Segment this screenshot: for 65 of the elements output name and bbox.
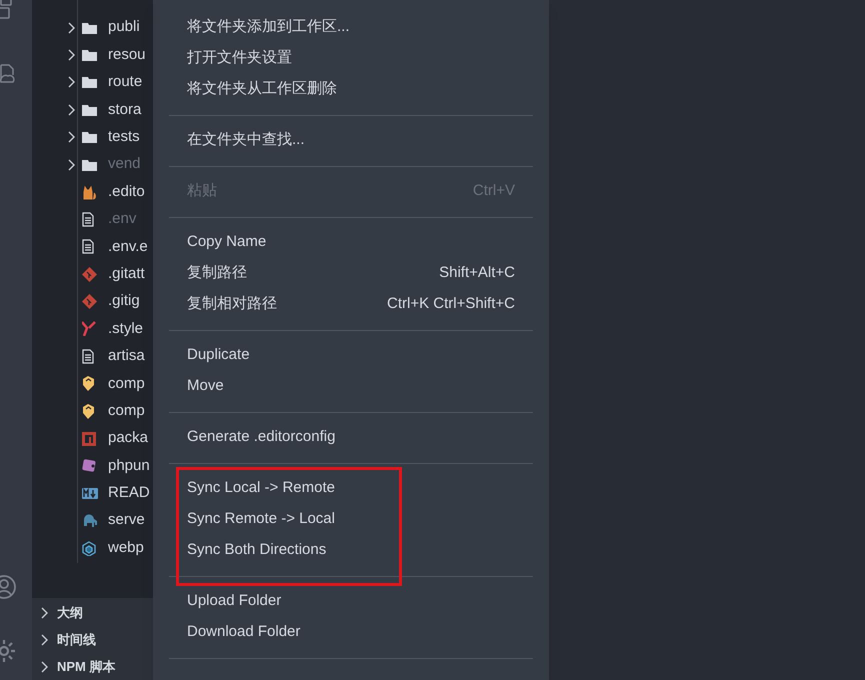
chevron-right-icon[interactable] [67,158,76,171]
file-name[interactable]: phpun [108,454,150,478]
menu-item[interactable]: 复制相对路径 Ctrl+K Ctrl+Shift+C [169,289,533,320]
wallet-icon [82,458,97,474]
document-icon [82,212,94,227]
file-name[interactable]: serve [108,509,145,532]
chevron-right-icon[interactable] [40,634,49,646]
folder-icon [82,131,97,144]
file-name[interactable]: packa [108,427,148,450]
folder-icon [82,49,97,62]
menu-item[interactable]: 复制路径 Shift+Alt+C [169,258,533,289]
folder-icon [82,22,97,34]
section-header[interactable]: NPM 脚本 [57,656,116,676]
file-name[interactable]: stora [108,98,142,122]
file-name[interactable]: .gitatt [108,262,145,286]
file-name[interactable]: .gitig [108,290,140,313]
file-name[interactable]: route [108,71,142,94]
cat-icon [82,184,97,200]
menu-item[interactable]: 将文件夹从工作区删除 [169,74,533,105]
file-name[interactable]: resou [108,44,146,66]
file-name[interactable]: artisa [108,345,145,368]
menu-item[interactable]: 将文件夹添加到工作区... [169,12,533,43]
markdown-icon [82,488,98,499]
folder-icon [82,104,97,116]
shield-icon [82,404,95,419]
file-name[interactable]: .style [108,318,144,340]
elephant-icon [82,514,98,528]
file-name[interactable]: .edito [108,180,145,204]
chevron-right-icon[interactable] [40,606,49,618]
chevron-right-icon[interactable] [67,76,76,88]
document-icon [82,239,94,254]
y-letter-icon [82,321,96,336]
chevron-right-icon[interactable] [67,49,76,62]
menu-item[interactable]: 在文件夹中查找... [169,125,533,156]
diamond-icon [82,266,97,282]
chevron-right-icon[interactable] [67,104,76,116]
folder-icon [82,158,97,171]
menu-item[interactable]: Sync Local -> Remote [169,473,533,504]
shield-icon [82,376,95,392]
file-name[interactable]: comp [108,400,145,422]
menu-item[interactable]: Upload Folder [169,586,533,617]
section-header[interactable]: 大纲 [57,602,83,622]
menu-item[interactable]: Move [169,371,533,402]
file-name[interactable]: .env.e [108,236,148,258]
menu-item[interactable]: Download Folder [169,617,533,648]
document-icon [82,348,94,364]
menu-item[interactable]: Duplicate [169,340,533,371]
folder-icon [82,76,97,88]
menu-item[interactable]: Generate .editorconfig [169,422,533,453]
menu-item[interactable]: Sync Remote -> Local [169,504,533,535]
file-name[interactable]: publi [108,16,140,39]
file-name[interactable]: comp [108,372,145,396]
chevron-right-icon[interactable] [67,22,76,34]
menu-item[interactable]: Sync Both Directions [169,535,533,566]
cube-icon [82,540,96,556]
chevron-right-icon[interactable] [40,660,49,672]
file-name[interactable]: READ [108,482,150,505]
section-header[interactable]: 时间线 [57,630,96,650]
file-name[interactable]: tests [108,126,140,148]
menu-item[interactable]: 打开文件夹设置 [169,43,533,74]
file-name[interactable]: webp [108,536,144,560]
diamond-icon [82,294,97,310]
square-icon [82,432,96,446]
menu-item[interactable]: Copy Name [169,227,533,258]
chevron-right-icon[interactable] [67,131,76,144]
